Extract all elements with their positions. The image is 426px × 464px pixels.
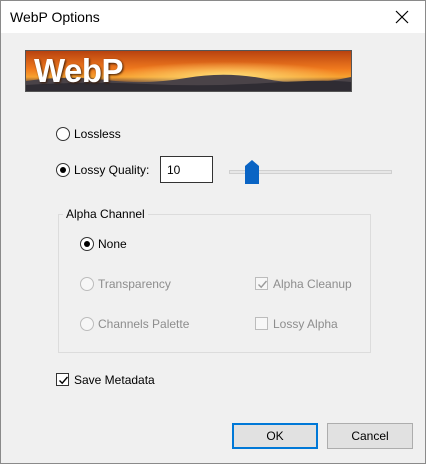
checkmark-icon (59, 376, 69, 385)
alpha-none-radio[interactable] (80, 237, 94, 251)
lossy-alpha-checkbox[interactable] (255, 317, 268, 330)
channels-palette-label[interactable]: Channels Palette (98, 317, 189, 331)
lossy-quality-label[interactable]: Lossy Quality: (74, 163, 149, 177)
webp-banner: WebP (25, 50, 352, 92)
cancel-button[interactable]: Cancel (327, 423, 413, 449)
lossy-quality-radio[interactable] (56, 163, 70, 177)
title-bar: WebP Options (1, 1, 425, 33)
close-icon (395, 10, 409, 24)
transparency-radio[interactable] (80, 277, 94, 291)
close-button[interactable] (379, 1, 425, 33)
banner-logo-text: WebP (34, 52, 124, 89)
transparency-label[interactable]: Transparency (98, 277, 171, 291)
lossless-radio[interactable] (56, 127, 70, 141)
webp-options-dialog: WebP Options WebP Lossless Lossy Quality… (0, 0, 426, 464)
alpha-channel-group-title: Alpha Channel (63, 207, 148, 221)
alpha-cleanup-label[interactable]: Alpha Cleanup (273, 277, 352, 291)
quality-slider-thumb[interactable] (245, 160, 259, 184)
channels-palette-radio[interactable] (80, 317, 94, 331)
ok-button-label: OK (266, 429, 284, 443)
quality-input[interactable] (160, 156, 213, 183)
save-metadata-checkbox[interactable] (56, 373, 69, 386)
dialog-title: WebP Options (10, 9, 100, 25)
cancel-button-label: Cancel (351, 429, 389, 443)
lossless-label[interactable]: Lossless (74, 127, 121, 141)
alpha-cleanup-checkbox[interactable] (255, 277, 268, 290)
save-metadata-label[interactable]: Save Metadata (74, 373, 155, 387)
checkmark-icon (258, 280, 268, 289)
lossy-alpha-label[interactable]: Lossy Alpha (273, 317, 338, 331)
ok-button[interactable]: OK (232, 423, 318, 449)
alpha-none-label[interactable]: None (98, 237, 127, 251)
